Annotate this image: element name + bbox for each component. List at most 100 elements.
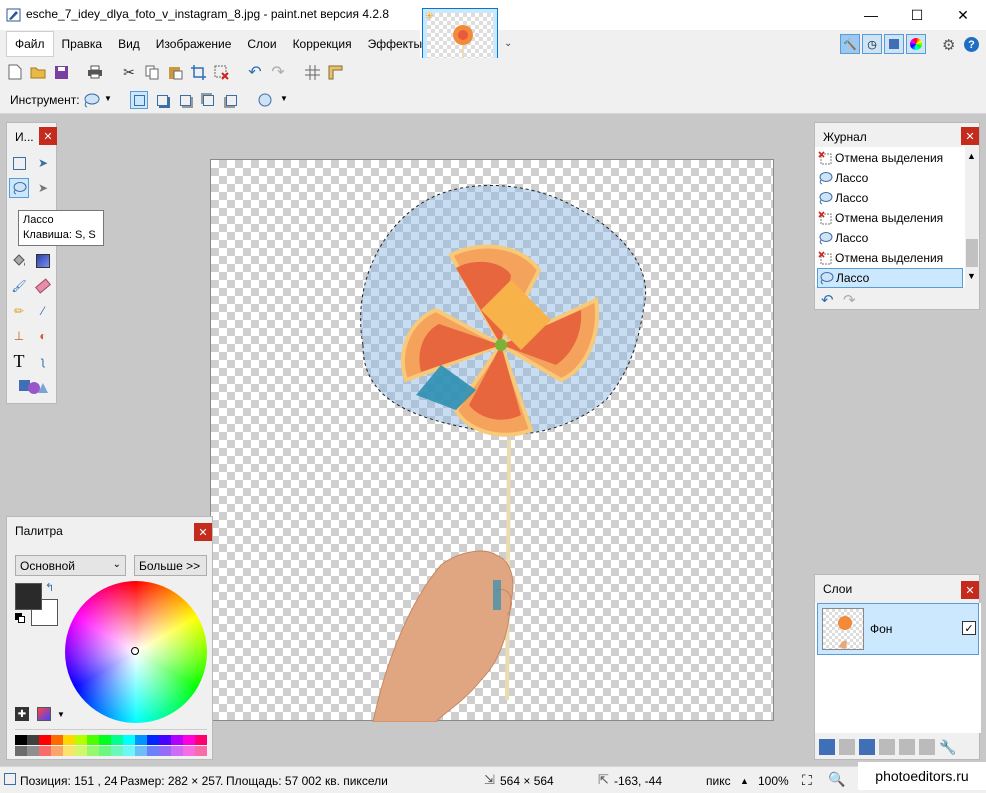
palette-menu-icon[interactable] <box>37 707 51 721</box>
tools-panel-close-button[interactable]: ✕ <box>39 127 57 145</box>
move-selected-pixels-icon[interactable]: ➤ <box>33 153 53 173</box>
tool-dropdown-icon[interactable]: ▼ <box>104 94 112 103</box>
layer-visibility-checkbox[interactable]: ✓ <box>962 621 976 635</box>
antialiasing-icon[interactable] <box>256 91 274 109</box>
menu-effects[interactable]: Эффекты <box>360 30 431 58</box>
lasso-select-icon[interactable] <box>9 178 29 198</box>
palette-swatch[interactable] <box>87 746 99 756</box>
menu-file[interactable]: Файл <box>6 31 54 57</box>
layers-panel-close-button[interactable]: ✕ <box>961 581 979 599</box>
palette-swatch[interactable] <box>15 746 27 756</box>
palette-panel-close-button[interactable]: ✕ <box>194 523 212 541</box>
status-units[interactable]: пикс <box>706 774 731 788</box>
palette-swatch[interactable] <box>15 735 27 745</box>
more-colors-button[interactable]: Больше >> <box>134 555 207 576</box>
palette-swatch[interactable] <box>51 746 63 756</box>
redo-icon[interactable]: ↷ <box>269 63 287 81</box>
tabs-dropdown-icon[interactable]: ⌄ <box>504 38 512 49</box>
palette-swatch[interactable] <box>75 746 87 756</box>
history-item[interactable]: Лассо <box>817 188 963 208</box>
image-canvas[interactable] <box>210 159 774 723</box>
add-color-icon[interactable]: ✚ <box>15 707 29 721</box>
history-redo-icon[interactable]: ↷ <box>843 291 856 309</box>
menu-adjustments[interactable]: Коррекция <box>285 30 360 58</box>
clone-stamp-icon[interactable]: ⊥ <box>9 326 29 346</box>
layers-toggle-icon[interactable] <box>884 34 904 54</box>
palette-menu-dropdown-icon[interactable]: ▼ <box>57 710 65 719</box>
paste-icon[interactable] <box>166 63 184 81</box>
palette-swatch[interactable] <box>195 746 207 756</box>
antialiasing-dropdown-icon[interactable]: ▼ <box>280 94 288 103</box>
open-folder-icon[interactable] <box>29 63 47 81</box>
palette-swatch[interactable] <box>111 735 123 745</box>
move-layer-down-icon[interactable] <box>919 739 935 755</box>
history-undo-icon[interactable]: ↶ <box>821 291 834 309</box>
pencil-icon[interactable]: ✏ <box>9 301 29 321</box>
palette-swatch[interactable] <box>171 746 183 756</box>
scroll-thumb[interactable] <box>966 239 978 267</box>
menu-image[interactable]: Изображение <box>148 30 240 58</box>
palette-swatch[interactable] <box>159 735 171 745</box>
palette-swatch[interactable] <box>51 735 63 745</box>
color-wheel-cursor[interactable] <box>131 647 139 655</box>
line-curve-icon[interactable]: ʅ <box>33 351 53 371</box>
cut-icon[interactable]: ✂ <box>120 63 138 81</box>
close-window-button[interactable]: ✕ <box>940 0 986 30</box>
menu-layers[interactable]: Слои <box>239 30 284 58</box>
palette-swatch[interactable] <box>123 735 135 745</box>
shapes-icon[interactable] <box>17 376 49 396</box>
grid-icon[interactable] <box>303 63 321 81</box>
paint-bucket-icon[interactable] <box>9 251 29 271</box>
palette-swatch[interactable] <box>39 746 51 756</box>
maximize-button[interactable]: ☐ <box>894 0 940 30</box>
eraser-icon[interactable] <box>33 276 53 296</box>
palette-swatch[interactable] <box>111 746 123 756</box>
status-zoom[interactable]: 100% <box>758 774 789 788</box>
history-item[interactable]: Лассо <box>817 168 963 188</box>
palette-swatch[interactable] <box>159 746 171 756</box>
rectangle-select-icon[interactable] <box>9 153 29 173</box>
selection-intersect-icon[interactable] <box>199 91 217 109</box>
palette-swatch[interactable] <box>87 735 99 745</box>
palette-swatch[interactable] <box>99 746 111 756</box>
delete-layer-icon[interactable] <box>839 739 855 755</box>
scroll-down-icon[interactable]: ▼ <box>967 271 976 281</box>
add-layer-icon[interactable] <box>819 739 835 755</box>
palette-swatch[interactable] <box>171 735 183 745</box>
history-item[interactable]: Отмена выделения <box>817 148 963 168</box>
palette-swatch[interactable] <box>39 735 51 745</box>
help-icon[interactable]: ? <box>964 37 979 52</box>
recolor-icon[interactable]: ◐ <box>33 326 53 346</box>
swap-colors-icon[interactable]: ↰ <box>45 581 54 594</box>
palette-swatch[interactable] <box>183 746 195 756</box>
undo-icon[interactable]: ↶ <box>246 63 264 81</box>
ruler-icon[interactable] <box>326 63 344 81</box>
deselect-icon[interactable] <box>212 63 230 81</box>
history-scrollbar[interactable]: ▲ ▼ <box>965 147 979 287</box>
primary-color-swatch[interactable] <box>15 583 42 610</box>
fit-window-icon[interactable]: ⛶ <box>802 772 812 789</box>
palette-swatch[interactable] <box>195 735 207 745</box>
history-item[interactable]: Лассо <box>817 228 963 248</box>
units-dropdown-icon[interactable]: ▲ <box>740 776 749 786</box>
palette-swatch[interactable] <box>123 746 135 756</box>
new-file-icon[interactable] <box>6 63 24 81</box>
palette-swatch[interactable] <box>63 735 75 745</box>
zoom-out-icon[interactable]: 🔍 <box>828 771 845 788</box>
duplicate-layer-icon[interactable] <box>859 739 875 755</box>
scroll-up-icon[interactable]: ▲ <box>967 151 976 161</box>
history-item[interactable]: Отмена выделения <box>817 248 963 268</box>
layer-properties-icon[interactable]: 🔧 <box>939 739 956 755</box>
palette-swatch[interactable] <box>147 746 159 756</box>
palette-swatch[interactable] <box>147 735 159 745</box>
history-item[interactable]: Лассо <box>817 268 963 288</box>
history-panel-close-button[interactable]: ✕ <box>961 127 979 145</box>
color-wheel[interactable] <box>65 581 207 723</box>
paintbrush-icon[interactable]: 🖌 <box>9 276 29 296</box>
copy-icon[interactable] <box>143 63 161 81</box>
minimize-button[interactable]: — <box>848 0 894 30</box>
palette-swatch[interactable] <box>27 746 39 756</box>
palette-swatch[interactable] <box>63 746 75 756</box>
move-layer-up-icon[interactable] <box>899 739 915 755</box>
selection-union-icon[interactable] <box>153 91 171 109</box>
